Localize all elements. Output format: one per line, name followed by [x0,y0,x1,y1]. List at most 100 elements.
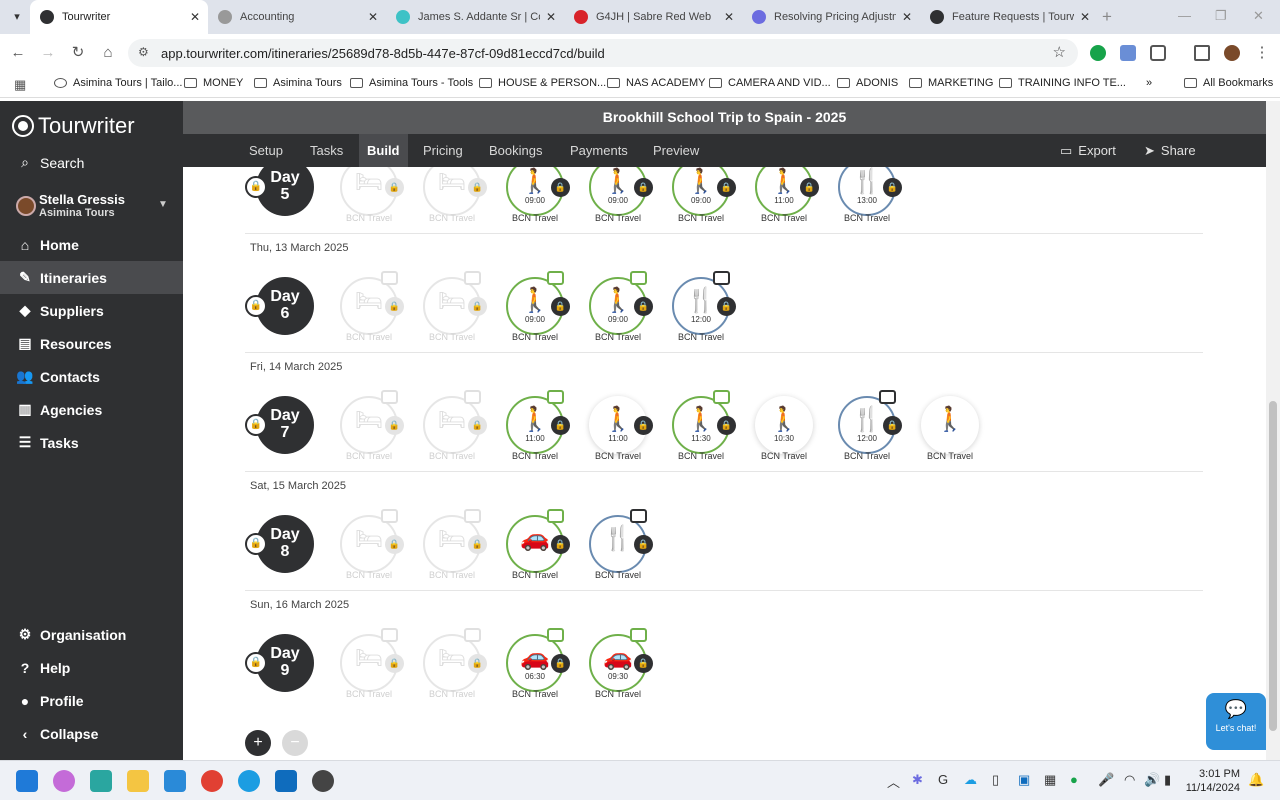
service-item[interactable]: 🚶 09:00 🔒 [589,167,653,216]
lock-icon[interactable]: 🔒 [634,535,653,554]
lock-icon[interactable]: 🔒 [634,654,653,673]
lock-icon[interactable]: 🔒 [551,654,570,673]
bookmark-folder[interactable]: TRAINING INFO TE... [999,77,1126,89]
bookmark-star-icon[interactable]: ☆ [1053,43,1066,61]
outlook-tray-icon[interactable]: ▣ [1018,772,1030,788]
lock-icon[interactable]: 🔒 [634,416,653,435]
lock-icon[interactable]: 🔒 [800,178,819,197]
windows-start-icon[interactable] [16,770,38,792]
lock-icon[interactable]: 🔒 [245,652,267,674]
service-item[interactable]: 🚶 11:00 🔒 [755,167,819,216]
lock-icon[interactable]: 🔒 [468,416,487,435]
bookmark-folder[interactable]: MARKETING [909,77,993,89]
lock-icon[interactable]: 🔒 [551,297,570,316]
notepad-icon[interactable] [164,770,186,792]
wifi-icon[interactable]: ◠ [1124,772,1135,788]
bookmark-folder[interactable]: HOUSE & PERSON... [479,77,606,89]
bookmark-folder[interactable]: CAMERA AND VID... [709,77,831,89]
sidebar-item-profile[interactable]: ● Profile [0,684,183,717]
extension-icon[interactable] [1120,45,1136,61]
battery-icon[interactable]: ▮ [1164,772,1171,788]
sidebar-item-itineraries[interactable]: ✎ Itineraries [0,261,183,294]
lock-icon[interactable]: 🔒 [385,535,404,554]
service-item[interactable]: 🚗 09:30 🔒 [589,628,653,692]
notification-bell-icon[interactable]: 🔔 [1248,772,1264,788]
remove-day-button[interactable]: − [282,730,308,756]
lock-icon[interactable]: 🔒 [468,178,487,197]
chrome-icon[interactable] [201,770,223,792]
lock-icon[interactable]: 🔒 [634,178,653,197]
bookmark-folder[interactable]: ADONIS [837,77,898,89]
service-item[interactable]: 🚗 🔒 [506,509,570,573]
minimize-icon[interactable]: — [1178,8,1191,23]
microphone-icon[interactable]: 🎤 [1098,772,1114,788]
service-item[interactable]: 🛏 🔒 [340,628,404,692]
reading-list-icon[interactable] [1194,45,1210,61]
file-explorer-icon[interactable] [127,770,149,792]
sidebar-item-collapse[interactable]: ‹ Collapse [0,717,183,750]
security-tray-icon[interactable]: ● [1070,772,1078,787]
snipping-tool-icon[interactable] [90,770,112,792]
service-item[interactable]: 🚶 09:00 🔒 [506,271,570,335]
back-arrow-icon[interactable]: ← [8,43,28,63]
browser-tab[interactable]: Accounting ✕ [208,0,386,34]
display-tray-icon[interactable]: ▦ [1044,772,1056,788]
system-clock[interactable]: 3:01 PM 11/14/2024 [1180,767,1240,795]
service-item[interactable]: 🍴 12:00 🔒 [838,390,902,454]
lock-icon[interactable]: 🔒 [634,297,653,316]
tab-build[interactable]: Build [359,134,408,167]
service-item[interactable]: 🚶 09:00 🔒 [672,167,736,216]
sidebar-item-resources[interactable]: ▤ Resources [0,327,183,360]
lock-icon[interactable]: 🔒 [883,178,902,197]
forward-arrow-icon[interactable]: → [38,43,58,63]
service-item[interactable]: 🛏 🔒 [423,509,487,573]
usb-tray-icon[interactable]: ▯ [992,772,999,788]
apps-grid-icon[interactable]: ▦ [14,77,26,93]
browser-tab[interactable]: Feature Requests | Tourwri ✕ [920,0,1098,34]
close-icon[interactable]: ✕ [724,10,734,24]
service-item[interactable]: 🚶 10:30 [755,396,813,454]
caret-down-icon[interactable]: ▼ [158,199,168,210]
restore-icon[interactable]: ❐ [1215,8,1227,24]
lock-icon[interactable]: 🔒 [245,533,267,555]
browser-tab[interactable]: Resolving Pricing Adjustme ✕ [742,0,920,34]
home-icon[interactable]: ⌂ [98,43,118,63]
puzzle-extensions-icon[interactable] [1150,45,1166,61]
tab-preview[interactable]: Preview [645,134,707,167]
user-menu[interactable]: Stella Gressis Asimina Tours ▼ [14,191,174,223]
lock-icon[interactable]: 🔒 [717,416,736,435]
service-item[interactable]: 🍴 13:00 🔒 [838,167,902,216]
lock-icon[interactable]: 🔒 [245,295,267,317]
url-text[interactable]: app.tourwriter.com/itineraries/25689d78-… [161,46,605,61]
lock-icon[interactable]: 🔒 [551,535,570,554]
service-item[interactable]: 🚶 11:00 🔒 [506,390,570,454]
lock-icon[interactable]: 🔒 [551,178,570,197]
add-day-button[interactable]: + [245,730,271,756]
app-icon[interactable] [312,770,334,792]
scrollbar[interactable] [1266,101,1280,760]
lock-icon[interactable]: 🔒 [245,176,267,198]
scrollbar-thumb[interactable] [1269,401,1277,731]
service-item[interactable]: 🛏 🔒 [423,167,487,216]
lock-icon[interactable]: 🔒 [717,178,736,197]
lock-icon[interactable]: 🔒 [883,416,902,435]
tray-chevron-icon[interactable]: ︿ [887,772,900,791]
bookmark-item[interactable]: Asimina Tours | Tailo... [54,77,182,89]
new-tab-plus-icon[interactable]: + [1102,7,1112,27]
lock-icon[interactable]: 🔒 [245,414,267,436]
grammarly-tray-icon[interactable]: G [938,772,948,787]
edge-icon[interactable] [238,770,260,792]
tab-tasks[interactable]: Tasks [302,134,351,167]
more-bookmarks-chevron-icon[interactable]: » [1146,77,1152,89]
export-button[interactable]: ▭ Export [1060,134,1116,167]
service-item[interactable]: 🛏 🔒 [340,509,404,573]
lock-icon[interactable]: 🔒 [468,297,487,316]
service-item[interactable]: 🚶 11:00 🔒 [589,396,653,454]
service-item[interactable]: 🚶 [921,396,979,454]
close-icon[interactable]: ✕ [368,10,378,24]
tab-bookings[interactable]: Bookings [481,134,550,167]
browser-tab[interactable]: James S. Addante Sr | Cont ✕ [386,0,564,34]
service-item[interactable]: 🍴 🔒 [589,509,653,573]
browser-tab[interactable]: Tourwriter ✕ [30,0,208,34]
lock-icon[interactable]: 🔒 [385,416,404,435]
